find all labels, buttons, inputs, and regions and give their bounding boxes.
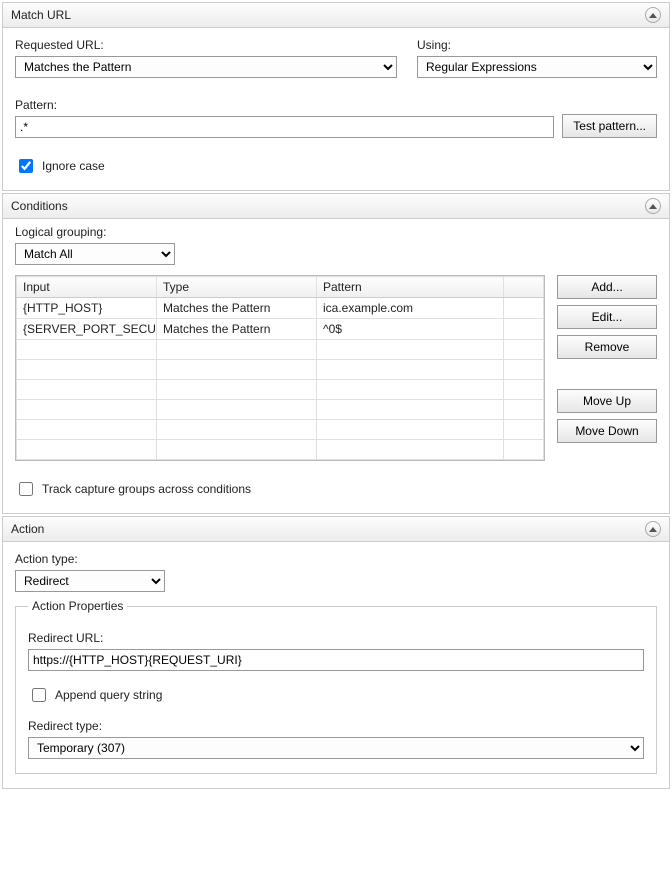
collapse-action-button[interactable] — [645, 521, 661, 537]
conditions-title: Conditions — [11, 199, 68, 213]
ignore-case-checkbox[interactable] — [19, 159, 33, 173]
append-query-checkbox[interactable] — [32, 688, 46, 702]
action-header: Action — [3, 517, 669, 542]
requested-url-label: Requested URL: — [15, 38, 397, 52]
action-title: Action — [11, 522, 44, 536]
move-down-button[interactable]: Move Down — [557, 419, 657, 443]
redirect-type-select[interactable]: Temporary (307) — [28, 737, 644, 759]
pattern-input[interactable] — [15, 116, 554, 138]
redirect-type-label: Redirect type: — [28, 719, 644, 733]
edit-button[interactable]: Edit... — [557, 305, 657, 329]
pattern-label: Pattern: — [15, 98, 554, 112]
chevron-up-icon — [649, 527, 657, 532]
requested-url-select[interactable]: Matches the Pattern — [15, 56, 397, 78]
logical-grouping-select[interactable]: Match All — [15, 243, 175, 265]
action-properties-group: Action Properties Redirect URL: Append q… — [15, 606, 657, 774]
match-url-header: Match URL — [3, 3, 669, 28]
add-button[interactable]: Add... — [557, 275, 657, 299]
remove-button[interactable]: Remove — [557, 335, 657, 359]
table-row — [17, 440, 544, 460]
chevron-up-icon — [649, 204, 657, 209]
using-label: Using: — [417, 38, 657, 52]
using-select[interactable]: Regular Expressions — [417, 56, 657, 78]
conditions-table[interactable]: Input Type Pattern {HTTP_HOST} Matches t… — [15, 275, 545, 461]
logical-grouping-label: Logical grouping: — [15, 225, 657, 239]
redirect-url-label: Redirect URL: — [28, 631, 644, 645]
col-spacer — [504, 277, 544, 298]
track-capture-checkbox[interactable] — [19, 482, 33, 496]
table-row — [17, 360, 544, 380]
action-type-select[interactable]: Redirect — [15, 570, 165, 592]
move-up-button[interactable]: Move Up — [557, 389, 657, 413]
col-pattern: Pattern — [317, 277, 504, 298]
track-capture-label: Track capture groups across conditions — [42, 482, 251, 496]
test-pattern-button[interactable]: Test pattern... — [562, 114, 657, 138]
conditions-header: Conditions — [3, 194, 669, 219]
redirect-url-input[interactable] — [28, 649, 644, 671]
match-url-section: Match URL Requested URL: Matches the Pat… — [2, 2, 670, 191]
append-query-label: Append query string — [55, 688, 162, 702]
table-row[interactable]: {SERVER_PORT_SECURE} Matches the Pattern… — [17, 319, 544, 340]
table-header-row: Input Type Pattern — [17, 277, 544, 298]
action-type-label: Action type: — [15, 552, 657, 566]
action-section: Action Action type: Redirect Action Prop… — [2, 516, 670, 789]
conditions-section: Conditions Logical grouping: Match All I… — [2, 193, 670, 514]
action-properties-title: Action Properties — [28, 599, 127, 613]
collapse-match-url-button[interactable] — [645, 7, 661, 23]
col-type: Type — [157, 277, 317, 298]
table-row — [17, 380, 544, 400]
collapse-conditions-button[interactable] — [645, 198, 661, 214]
chevron-up-icon — [649, 13, 657, 18]
ignore-case-label: Ignore case — [42, 159, 105, 173]
table-row[interactable]: {HTTP_HOST} Matches the Pattern ica.exam… — [17, 298, 544, 319]
col-input: Input — [17, 277, 157, 298]
table-row — [17, 420, 544, 440]
table-row — [17, 340, 544, 360]
table-row — [17, 400, 544, 420]
match-url-title: Match URL — [11, 8, 71, 22]
